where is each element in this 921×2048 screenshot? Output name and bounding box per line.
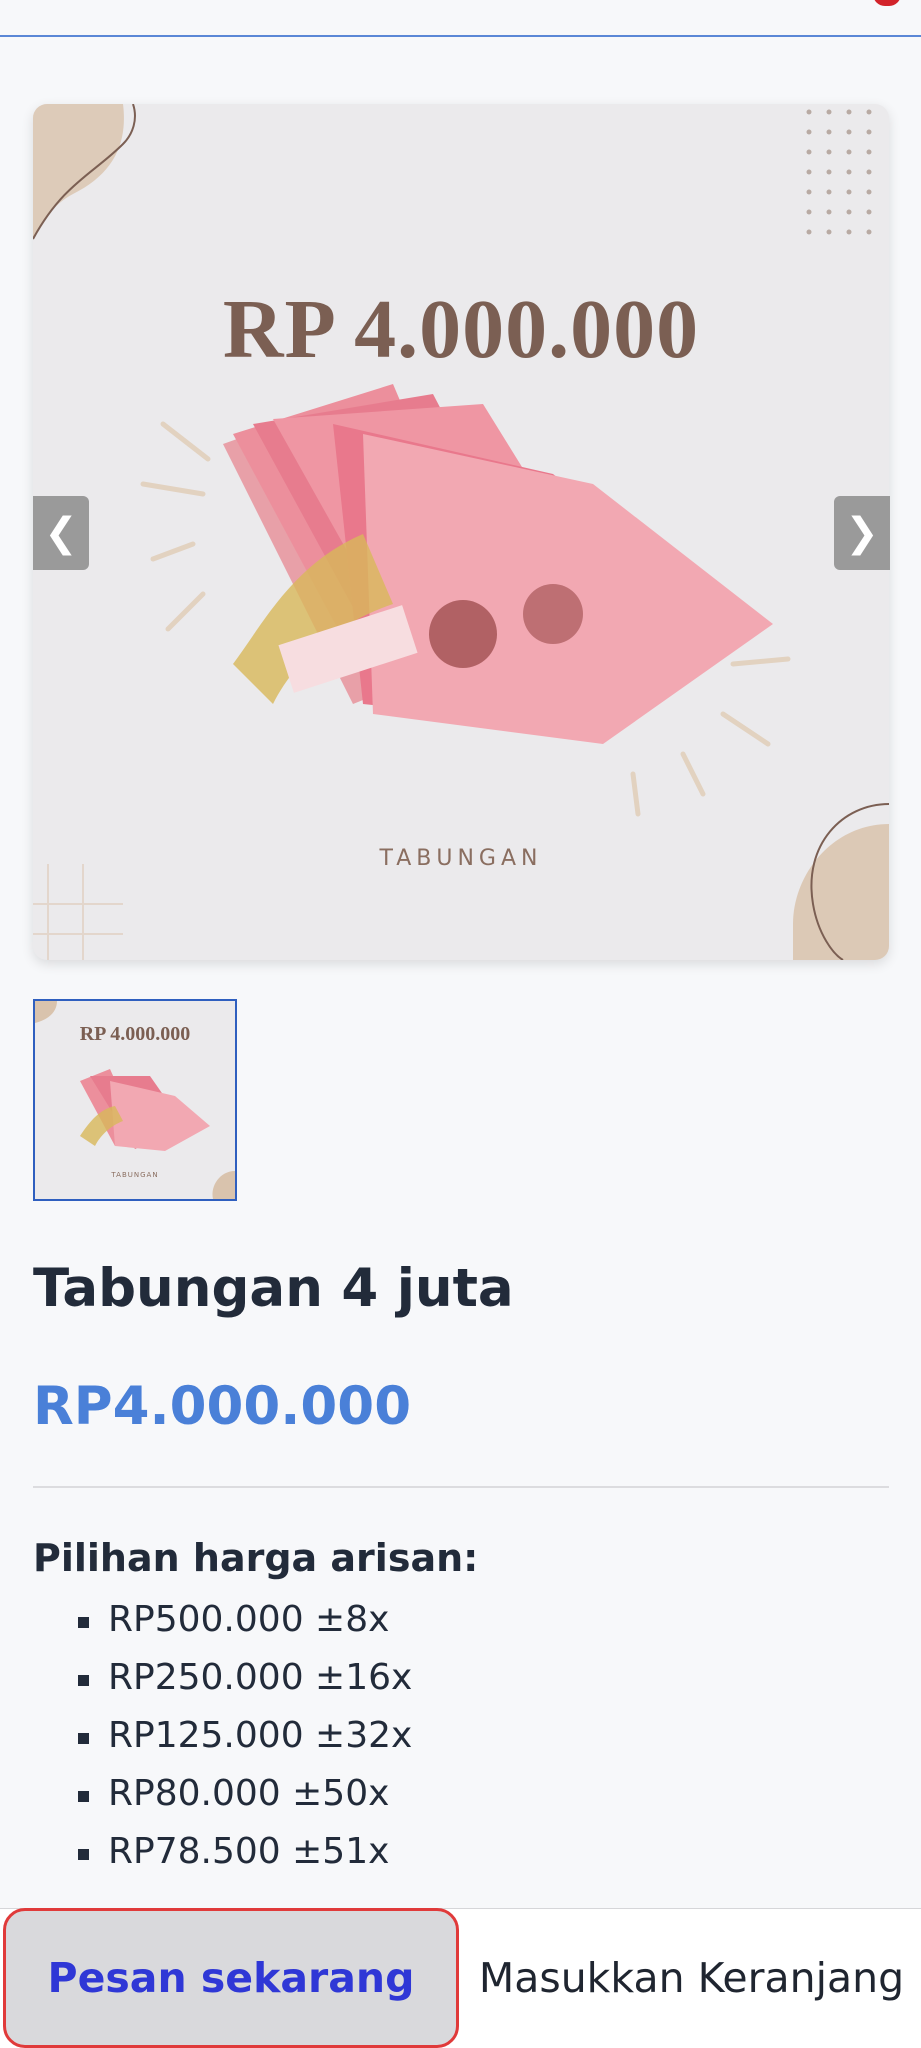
list-item: RP500.000 ±8x [78, 1595, 412, 1653]
cart-badge-icon[interactable] [873, 0, 901, 6]
list-item: RP78.500 ±51x [78, 1827, 412, 1885]
product-main-image[interactable]: RP 4.000.000 TABUNGAN [33, 104, 889, 960]
product-price: RP4.000.000 [33, 1376, 412, 1437]
thumbnail-amount-text: RP 4.000.000 [79, 1023, 191, 1045]
product-thumbnail[interactable]: RP 4.000.000 TABUNGAN [33, 999, 237, 1201]
top-header [0, 0, 921, 37]
thumbnail-caption-text: TABUNGAN [111, 1171, 159, 1179]
gallery-prev-button[interactable]: ❮ [33, 496, 89, 570]
product-image-artwork [33, 104, 889, 960]
add-to-cart-button[interactable]: Masukkan Keranjang [462, 1908, 921, 2048]
price-options-list: RP500.000 ±8x RP250.000 ±16x RP125.000 ±… [78, 1595, 412, 1885]
divider [33, 1486, 889, 1488]
list-item: RP80.000 ±50x [78, 1769, 412, 1827]
price-options-heading: Pilihan harga arisan: [33, 1536, 479, 1580]
gallery-next-button[interactable]: ❯ [834, 496, 890, 570]
image-amount-text: RP 4.000.000 [222, 283, 700, 376]
list-item: RP125.000 ±32x [78, 1711, 412, 1769]
product-title: Tabungan 4 juta [33, 1258, 514, 1319]
image-caption-text: TABUNGAN [379, 846, 543, 871]
list-item: RP250.000 ±16x [78, 1653, 412, 1711]
order-now-button[interactable]: Pesan sekarang [3, 1908, 459, 2048]
